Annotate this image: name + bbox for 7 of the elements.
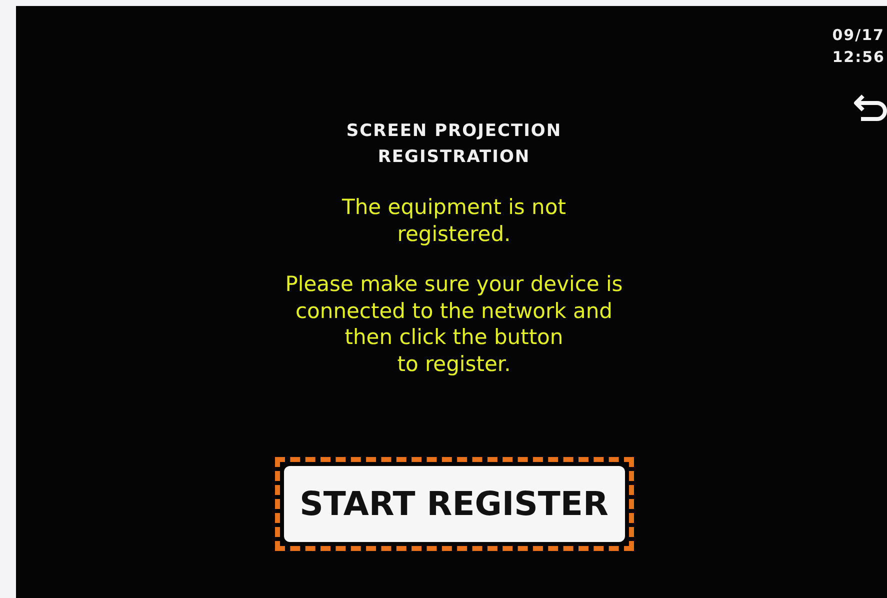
message-text: The equipment is not registered. — [342, 194, 566, 247]
start-register-button[interactable]: START REGISTER — [284, 466, 624, 542]
time-text: 12:56 — [832, 47, 885, 68]
date-text: 09/17 — [832, 25, 885, 46]
back-icon[interactable] — [853, 92, 887, 124]
screen-title: SCREEN PROJECTION REGISTRATION — [346, 120, 562, 169]
message-text: Please make sure your device is connected to the network and then click the button to register. — [285, 271, 623, 377]
